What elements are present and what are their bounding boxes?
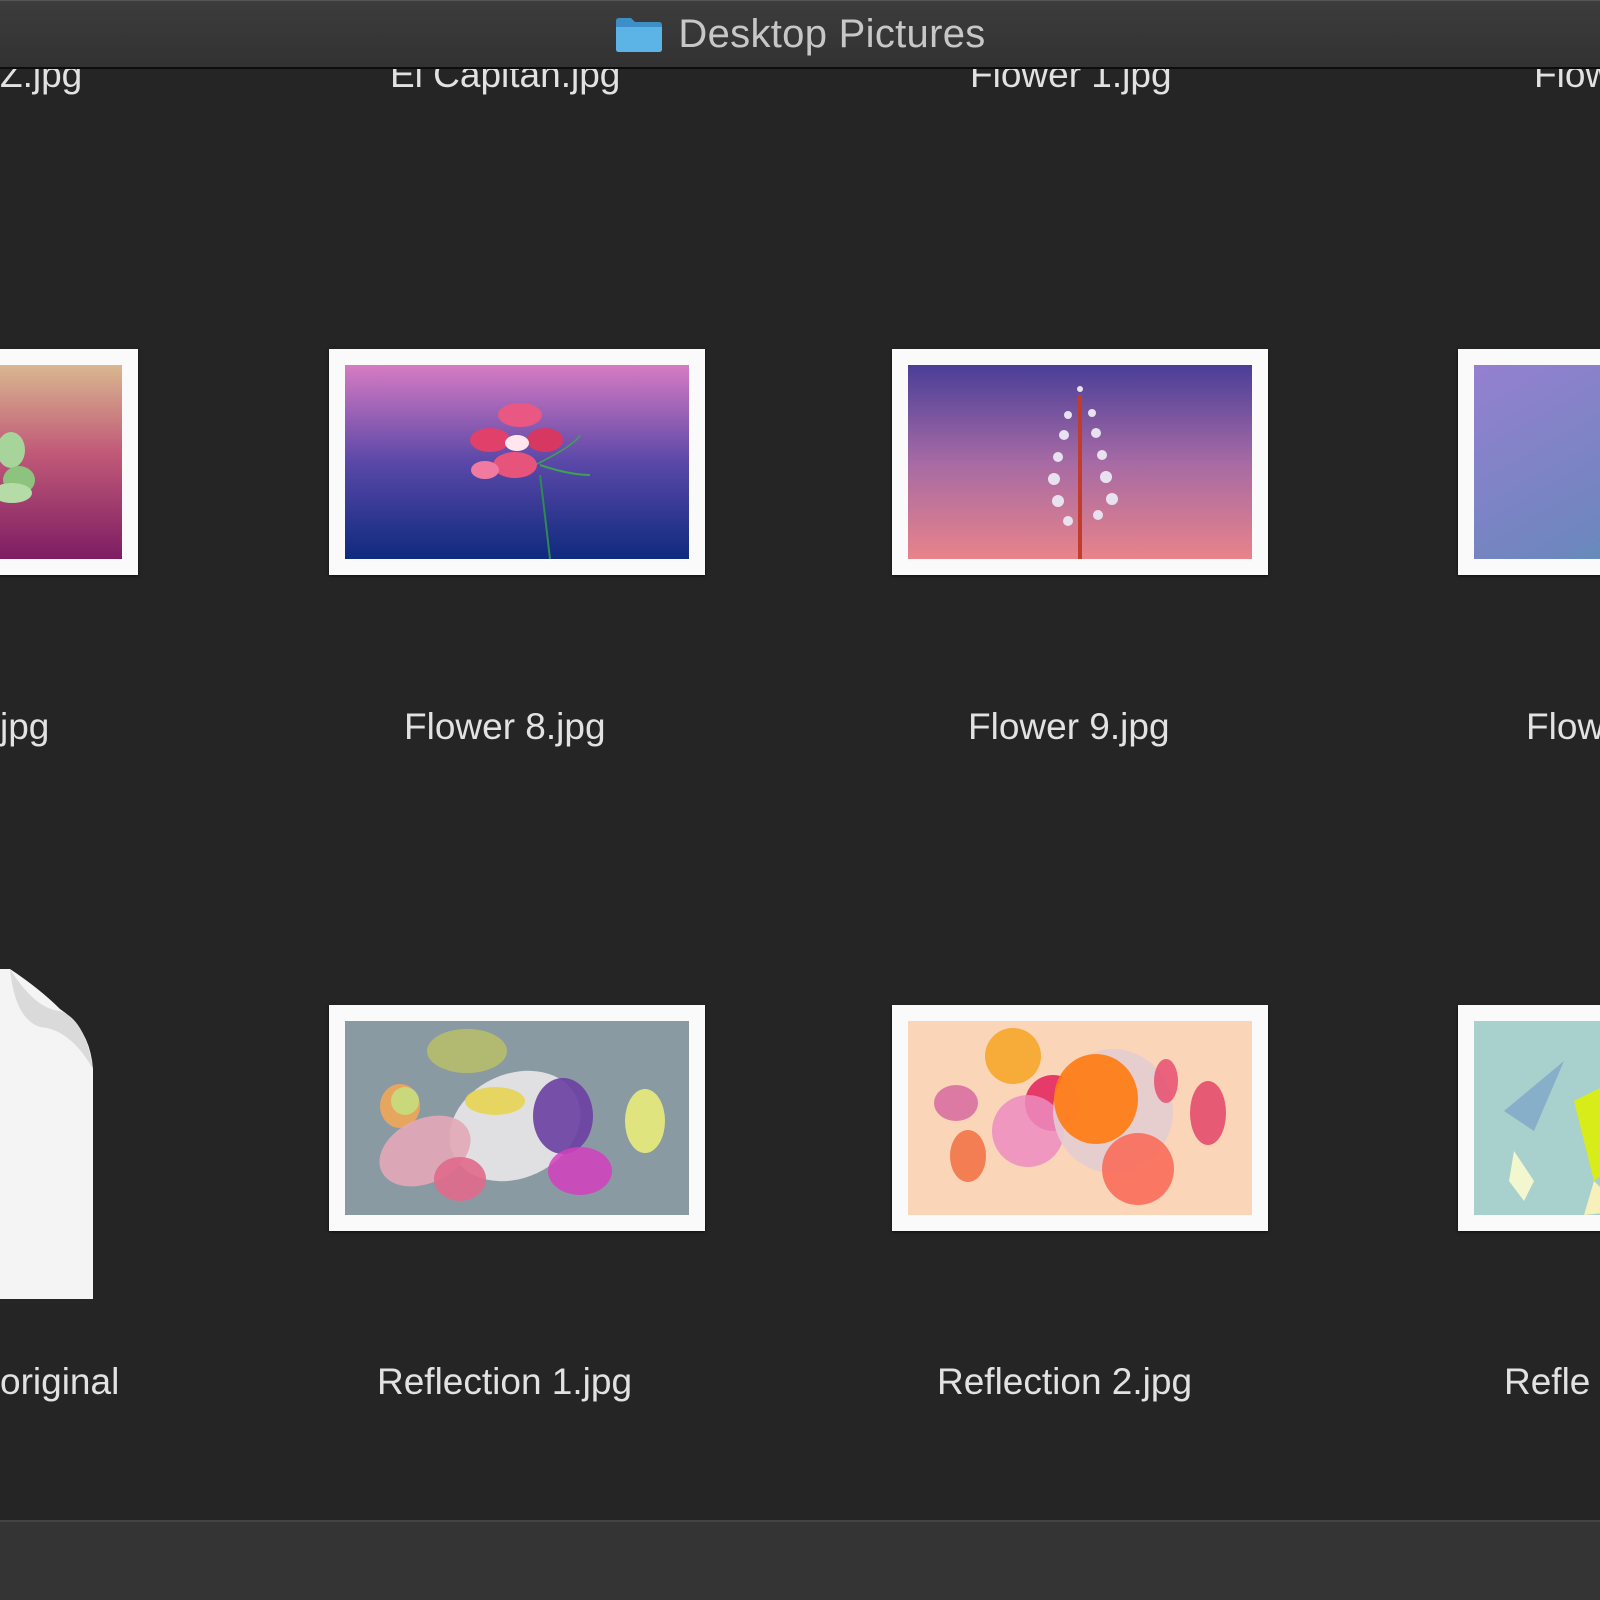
file-item[interactable] — [0, 949, 100, 1299]
status-bar — [0, 1520, 1600, 1600]
file-thumbnail[interactable] — [1458, 1005, 1600, 1231]
file-thumbnail[interactable] — [1458, 349, 1600, 575]
file-thumbnail[interactable] — [0, 349, 138, 575]
file-item[interactable] — [0, 349, 138, 575]
file-thumbnail[interactable] — [329, 349, 705, 575]
window-titlebar[interactable]: Desktop Pictures — [0, 0, 1600, 69]
file-label[interactable]: El Capitan.jpg — [390, 69, 620, 96]
file-item[interactable] — [1458, 349, 1600, 575]
file-label[interactable]: jpg — [0, 706, 49, 748]
file-label[interactable]: Flower 8.jpg — [404, 706, 606, 748]
file-item[interactable] — [1458, 1005, 1600, 1231]
file-thumbnail[interactable] — [892, 349, 1268, 575]
window-title: Desktop Pictures — [678, 11, 986, 56]
document-icon — [0, 969, 93, 1299]
file-label[interactable]: Reflection 2.jpg — [937, 1361, 1192, 1403]
file-label[interactable]: Flower 9.jpg — [968, 706, 1170, 748]
file-label[interactable]: Refle — [1504, 1361, 1590, 1403]
file-item[interactable] — [329, 349, 705, 575]
folder-icon — [616, 18, 663, 52]
file-label[interactable]: Flow — [1526, 706, 1600, 748]
file-label[interactable]: Z.jpg — [0, 69, 82, 96]
file-label[interactable]: Reflection 1.jpg — [377, 1361, 632, 1403]
icon-view[interactable]: Z.jpg El Capitan.jpg Flower 1.jpg Flow j… — [0, 69, 1600, 1520]
file-thumbnail[interactable] — [892, 1005, 1268, 1231]
file-thumbnail[interactable] — [329, 1005, 705, 1231]
file-label[interactable]: Flower 1.jpg — [970, 69, 1172, 96]
file-item[interactable] — [892, 349, 1268, 575]
file-label[interactable]: Flow — [1534, 69, 1600, 96]
file-item[interactable] — [329, 1005, 705, 1231]
file-item[interactable] — [892, 1005, 1268, 1231]
file-label[interactable]: original — [0, 1361, 119, 1403]
title-group: Desktop Pictures — [614, 12, 985, 57]
